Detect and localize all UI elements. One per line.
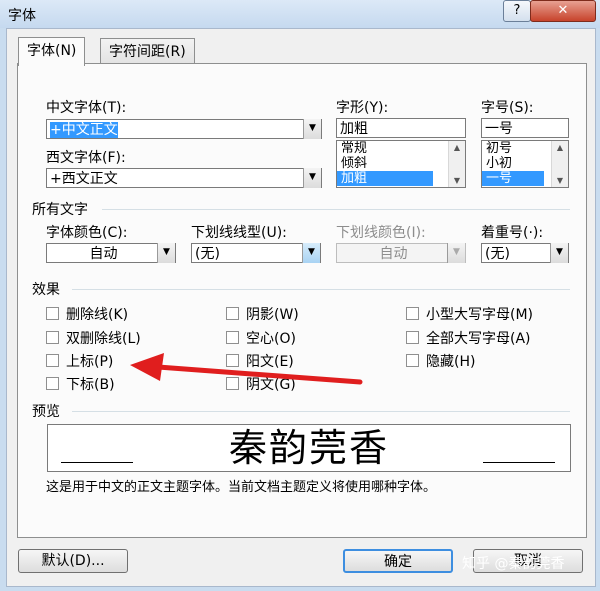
emphasis-mark-label: 着重号(·): <box>481 225 544 241</box>
subscript-label[interactable]: 下标(B) <box>66 374 115 394</box>
chevron-down-icon[interactable]: ▼ <box>303 119 321 139</box>
list-item[interactable]: 倾斜 <box>337 156 465 171</box>
font-color-value: 自动 <box>89 246 118 262</box>
hidden-checkbox[interactable] <box>406 354 419 367</box>
outline-checkbox[interactable] <box>226 331 239 344</box>
size-label: 字号(S): <box>481 100 534 116</box>
scrollbar[interactable]: ▲ ▼ <box>448 141 465 187</box>
style-label: 字形(Y): <box>336 100 389 116</box>
preview-sample: 秦韵莞香 <box>228 426 389 470</box>
preview-baseline-left <box>61 462 133 463</box>
scroll-down-icon[interactable]: ▼ <box>552 174 568 187</box>
help-button[interactable]: ? <box>503 0 531 22</box>
scrollbar[interactable]: ▲ ▼ <box>551 141 568 187</box>
divider <box>72 411 570 412</box>
underline-style-value: (无) <box>195 246 220 262</box>
superscript-label[interactable]: 上标(P) <box>66 351 113 371</box>
cn-font-combobox[interactable]: +中文正文 <box>46 119 322 139</box>
scroll-down-icon[interactable]: ▼ <box>449 174 465 187</box>
watermark: 知乎 @秦韵莞香 <box>462 556 565 572</box>
divider <box>72 289 570 290</box>
emphasis-mark-value: (无) <box>485 246 510 262</box>
tab-character-spacing[interactable]: 字符间距(R) <box>100 38 195 65</box>
tab-font[interactable]: 字体(N) <box>18 37 86 66</box>
small-caps-label[interactable]: 小型大写字母(M) <box>426 304 533 324</box>
preview-box: 秦韵莞香 <box>47 424 571 472</box>
cn-font-label: 中文字体(T): <box>46 100 127 116</box>
style-input[interactable]: 加粗 <box>336 118 466 138</box>
subscript-checkbox[interactable] <box>46 377 59 390</box>
west-font-combobox[interactable]: +西文正文 <box>46 168 322 188</box>
size-input[interactable]: 一号 <box>481 118 569 138</box>
all-caps-checkbox[interactable] <box>406 331 419 344</box>
small-caps-checkbox[interactable] <box>406 307 419 320</box>
effects-heading: 效果 <box>32 282 60 298</box>
scroll-up-icon[interactable]: ▲ <box>449 141 465 154</box>
west-font-value: +西文正文 <box>50 171 118 187</box>
scroll-up-icon[interactable]: ▲ <box>552 141 568 154</box>
underline-color-label: 下划线颜色(I): <box>336 225 426 241</box>
shadow-checkbox[interactable] <box>226 307 239 320</box>
all-caps-label[interactable]: 全部大写字母(A) <box>426 328 531 348</box>
list-item-selected[interactable]: 加粗 <box>337 171 433 186</box>
chevron-down-icon[interactable]: ▼ <box>303 168 321 188</box>
font-color-label: 字体颜色(C): <box>46 225 128 241</box>
chevron-down-icon[interactable]: ▼ <box>302 243 320 263</box>
style-list[interactable]: 常规 倾斜 加粗 ▲ ▼ <box>336 140 466 188</box>
west-font-label: 西文字体(F): <box>46 150 126 166</box>
underline-color-value: 自动 <box>379 246 408 262</box>
shadow-label[interactable]: 阴影(W) <box>246 304 299 324</box>
double-strikethrough-checkbox[interactable] <box>46 331 59 344</box>
size-list[interactable]: 初号 小初 一号 ▲ ▼ <box>481 140 569 188</box>
underline-style-label: 下划线线型(U): <box>191 225 287 241</box>
hidden-label[interactable]: 隐藏(H) <box>426 351 475 371</box>
strikethrough-label[interactable]: 删除线(K) <box>66 304 128 324</box>
list-item-selected[interactable]: 一号 <box>482 171 544 186</box>
preview-description: 这是用于中文的正文主题字体。当前文档主题定义将使用哪种字体。 <box>46 480 437 495</box>
preview-baseline-right <box>483 462 555 463</box>
strikethrough-checkbox[interactable] <box>46 307 59 320</box>
cn-font-value: +中文正文 <box>50 122 118 138</box>
close-button[interactable]: ✕ <box>530 0 596 22</box>
set-default-button[interactable]: 默认(D)... <box>18 549 128 573</box>
chevron-down-icon[interactable]: ▼ <box>550 243 568 263</box>
ok-button[interactable]: 确定 <box>343 549 453 573</box>
chevron-down-icon[interactable]: ▼ <box>157 243 175 263</box>
superscript-checkbox[interactable] <box>46 354 59 367</box>
list-item[interactable]: 常规 <box>337 141 465 156</box>
preview-heading: 预览 <box>32 404 60 420</box>
chevron-down-icon: ▼ <box>447 243 465 263</box>
annotation-arrow-icon <box>130 353 363 385</box>
all-text-heading: 所有文字 <box>32 202 88 218</box>
divider <box>102 209 570 210</box>
window-title: 字体 <box>8 8 36 24</box>
